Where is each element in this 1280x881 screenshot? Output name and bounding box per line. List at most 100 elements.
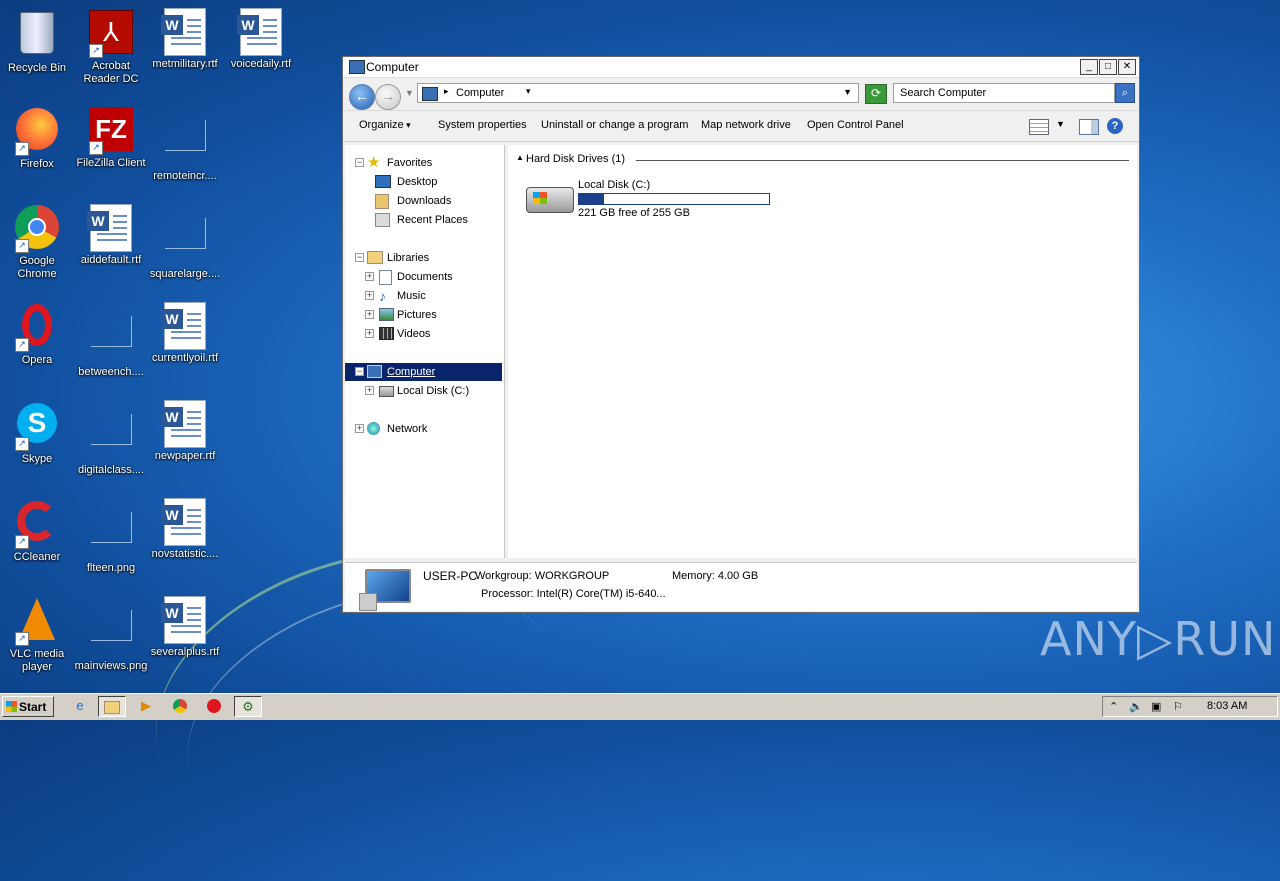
desktop-icon-squarelarge[interactable]: squarelarge.... — [148, 204, 222, 281]
action-center-flag-icon[interactable]: ⚐ — [1173, 700, 1183, 713]
processor: Processor: Intel(R) Core(TM) i5-640... — [481, 588, 666, 600]
change-view-icon[interactable] — [1029, 119, 1049, 135]
computer-icon — [422, 87, 438, 101]
start-button[interactable]: Start — [2, 696, 54, 717]
workgroup: Workgroup: WORKGROUP — [475, 570, 610, 582]
drive-name: Local Disk (C:) — [578, 179, 651, 191]
search-icon[interactable]: ⌕ — [1115, 83, 1135, 103]
address-dropdown-icon[interactable]: ▼ — [843, 87, 852, 97]
desktop-icon-voicedaily[interactable]: voicedaily.rtf — [224, 8, 298, 71]
desktop-icon-label: digitalclass.... — [77, 464, 145, 476]
drive-usage-bar — [578, 193, 770, 205]
refresh-button[interactable]: ⟳ — [865, 84, 887, 104]
explorer-panes: − ★ Favorites Desktop Downloads Recent P… — [345, 145, 1137, 558]
open-control-panel-button[interactable]: Open Control Panel — [807, 119, 904, 131]
nav-computer[interactable]: − Computer — [345, 363, 502, 381]
desktop-icon-betweench[interactable]: betweench.... — [74, 302, 148, 379]
maximize-button[interactable]: □ — [1099, 59, 1117, 75]
desktop-icon-label: remoteincr.... — [153, 170, 217, 182]
desktop-icon-flteen[interactable]: flteen.png — [74, 498, 148, 575]
network-tray-icon[interactable]: ▣ — [1151, 700, 1161, 713]
search-input[interactable]: Search Computer — [893, 83, 1115, 103]
desktop-icon-label: FileZilla Client — [76, 157, 146, 169]
tool-icon[interactable]: ⚙ — [234, 696, 262, 717]
desktop-icon-label: CCleaner — [13, 551, 61, 563]
map-network-drive-button[interactable]: Map network drive — [701, 119, 791, 131]
computer-monitor-icon — [359, 569, 411, 611]
breadcrumb-separator-icon[interactable]: ▸ — [444, 86, 449, 97]
desktop-icon-recycle-bin[interactable]: Recycle Bin — [0, 8, 74, 75]
collapse-group-icon[interactable]: ▲ — [516, 153, 524, 162]
navigation-pane: − ★ Favorites Desktop Downloads Recent P… — [345, 145, 505, 558]
organize-button[interactable]: Organize — [359, 119, 411, 131]
back-button[interactable]: ← — [349, 84, 375, 110]
expand-icon[interactable]: + — [365, 291, 374, 300]
nav-label: Recent Places — [397, 214, 468, 226]
pc-name: USER-PC — [423, 569, 478, 583]
breadcrumb-dropdown-icon[interactable]: ▾ — [526, 86, 531, 97]
system-properties-button[interactable]: System properties — [438, 119, 527, 131]
drive-tile-c[interactable]: Local Disk (C:) 221 GB free of 255 GB — [526, 179, 786, 219]
ie-icon[interactable]: e — [66, 696, 94, 717]
breadcrumb-computer[interactable]: Computer — [456, 87, 504, 99]
show-hidden-icons-icon[interactable]: ⌃ — [1109, 700, 1118, 713]
desktop-icon-ccleaner[interactable]: ↗ CCleaner — [0, 498, 74, 564]
minimize-button[interactable]: _ — [1080, 59, 1098, 75]
expand-icon[interactable]: + — [365, 386, 374, 395]
chrome-icon[interactable] — [166, 696, 194, 717]
desktop-icon-aiddefault[interactable]: aiddefault.rtf — [74, 204, 148, 267]
desktop-icon-label: newpaper.rtf — [154, 450, 216, 462]
group-header-hard-disk-drives[interactable]: ▲ Hard Disk Drives (1) — [516, 153, 1129, 167]
help-icon[interactable]: ? — [1107, 118, 1123, 134]
desktop-icon-filezilla[interactable]: FZ ↗ FileZilla Client — [74, 106, 148, 170]
desktop-icon-novstatistic[interactable]: novstatistic.... — [148, 498, 222, 561]
history-dropdown-icon[interactable]: ▼ — [405, 88, 414, 98]
recycle-bin-icon — [13, 12, 61, 60]
word-document-icon — [161, 400, 209, 448]
desktop-icon-label: betweench.... — [78, 366, 144, 378]
preview-pane-icon[interactable] — [1079, 119, 1099, 135]
expand-icon[interactable]: + — [365, 310, 374, 319]
desktop-icon-newpaper[interactable]: newpaper.rtf — [148, 400, 222, 463]
desktop-icon-label: Firefox — [20, 158, 54, 170]
nav-label: Local Disk (C:) — [397, 385, 470, 397]
volume-icon[interactable]: 🔈 — [1129, 700, 1143, 713]
hard-drive-icon — [526, 187, 574, 213]
desktop-icon-chrome[interactable]: ↗ Google Chrome — [0, 204, 74, 281]
close-button[interactable]: ✕ — [1118, 59, 1136, 75]
collapse-icon[interactable]: − — [355, 158, 364, 167]
blank-file-icon — [87, 316, 135, 364]
forward-button[interactable]: → — [375, 84, 401, 110]
opera-icon[interactable] — [200, 696, 228, 717]
desktop-icon-vlc[interactable]: ↗ VLC media player — [0, 596, 74, 674]
collapse-icon[interactable]: − — [355, 253, 364, 262]
group-divider — [636, 160, 1129, 161]
desktop-icon-mainviews[interactable]: mainviews.png — [74, 596, 148, 673]
filezilla-icon: FZ ↗ — [87, 107, 135, 155]
desktop-icon-severalplus[interactable]: severalplus.rtf — [148, 596, 222, 659]
desktop-icon-opera[interactable]: ↗ Opera — [0, 302, 74, 367]
explorer-icon[interactable] — [98, 696, 126, 717]
expand-icon[interactable]: + — [355, 424, 364, 433]
desktop-icon-digitalclass[interactable]: digitalclass.... — [74, 400, 148, 477]
system-tray: ⌃ 🔈 ▣ ⚐ 8:03 AM — [1102, 696, 1278, 717]
clock[interactable]: 8:03 AM — [1207, 700, 1247, 712]
content-pane: ▲ Hard Disk Drives (1) Local Disk (C:) 2… — [508, 145, 1137, 558]
nav-label: Music — [397, 290, 426, 302]
desktop-icon-currentlyoil[interactable]: currentlyoil.rtf — [148, 302, 222, 365]
desktop-icon-metmilitary[interactable]: metmilitary.rtf — [148, 8, 222, 71]
view-dropdown-icon[interactable]: ▼ — [1056, 119, 1065, 129]
window-titlebar[interactable]: Computer _ □ ✕ — [343, 57, 1139, 78]
desktop-icon-firefox[interactable]: ↗ Firefox — [0, 106, 74, 171]
desktop-icon-acrobat[interactable]: ⅄ ↗ Acrobat Reader DC — [74, 8, 148, 86]
desktop-icon-skype[interactable]: S ↗ Skype — [0, 400, 74, 466]
collapse-icon[interactable]: − — [355, 367, 364, 376]
expand-icon[interactable]: + — [365, 272, 374, 281]
desktop-icon-remoteincr[interactable]: remoteincr.... — [148, 106, 222, 183]
computer-icon — [367, 365, 382, 378]
media-player-icon[interactable]: ▶ — [132, 696, 160, 717]
desktop-icon-label: Acrobat Reader DC — [83, 60, 139, 85]
expand-icon[interactable]: + — [365, 329, 374, 338]
address-bar[interactable]: ▸ Computer ▾ ▼ — [417, 83, 859, 103]
uninstall-program-button[interactable]: Uninstall or change a program — [541, 119, 688, 131]
